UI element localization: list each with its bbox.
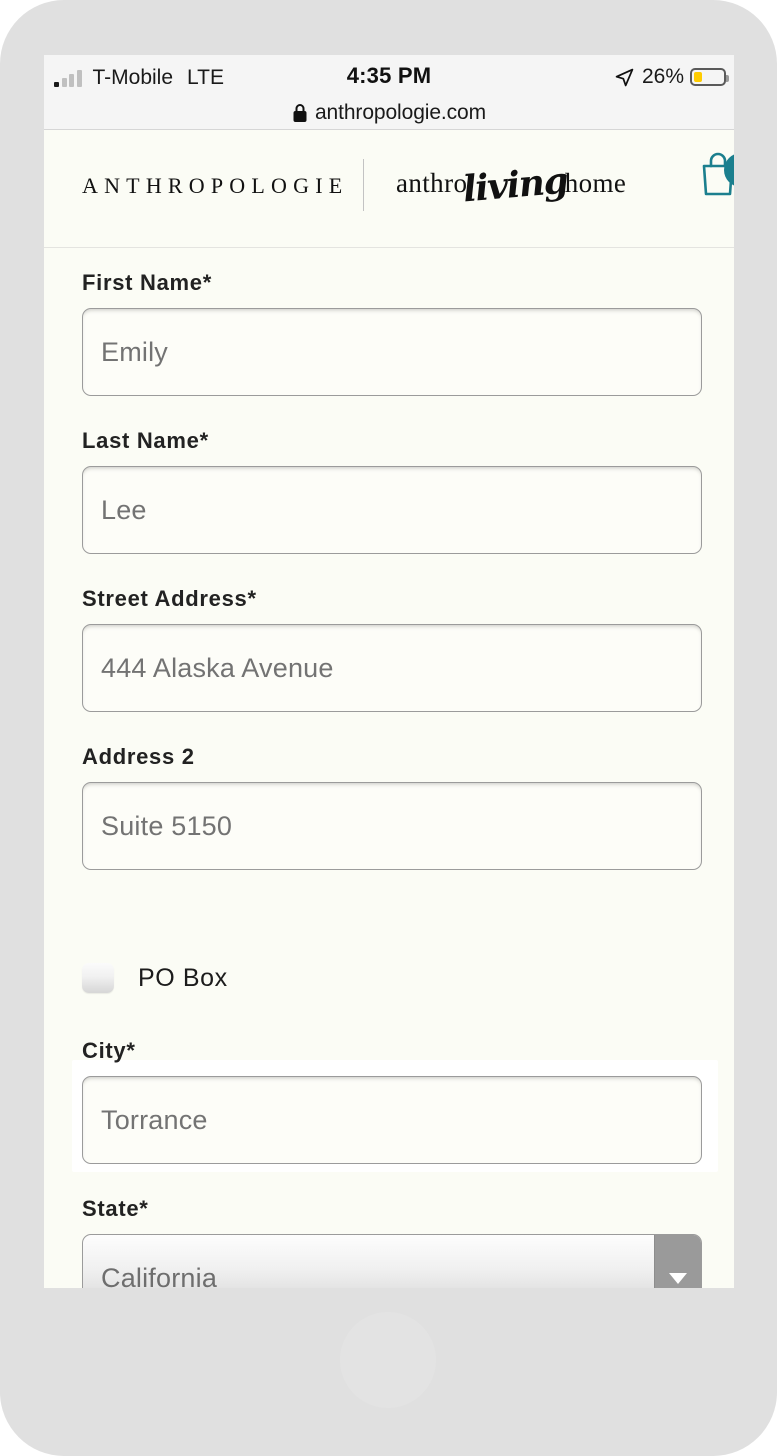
phone-screen: T-Mobile LTE 4:35 PM 26% anthropologie.c… — [44, 55, 734, 1288]
battery-percent-label: 26% — [641, 65, 684, 88]
po-box-label: PO Box — [138, 963, 228, 992]
field-address-2: Address 2 Suite 5150 — [82, 744, 702, 870]
input-value-first-name: Emily — [101, 336, 168, 367]
chevron-down-icon — [669, 1272, 687, 1284]
field-city: City* Torrance — [82, 1038, 702, 1164]
field-last-name: Last Name* Lee — [82, 428, 702, 554]
phone-device-frame: T-Mobile LTE 4:35 PM 26% anthropologie.c… — [0, 0, 777, 1456]
cart-count-badge: 1 — [724, 153, 734, 187]
url-text: anthropologie.com — [314, 101, 487, 124]
input-last-name[interactable]: Lee — [82, 466, 702, 554]
header-logo-divider — [363, 159, 364, 211]
input-value-address-2: Suite 5150 — [101, 810, 233, 841]
field-label-state: State* — [82, 1196, 149, 1221]
brand-logo-anthro-living-home[interactable]: anthrolivinghome — [396, 160, 627, 214]
input-street-address[interactable]: 444 Alaska Avenue — [82, 624, 702, 712]
input-value-last-name: Lee — [101, 494, 147, 525]
home-button[interactable] — [340, 1312, 436, 1408]
lock-icon — [293, 104, 307, 122]
cart-button[interactable]: 1 — [699, 150, 734, 202]
field-label-last-name: Last Name* — [82, 428, 209, 453]
browser-url-bar[interactable]: anthropologie.com — [44, 95, 734, 131]
field-label-address-2: Address 2 — [82, 744, 195, 769]
field-label-first-name: First Name* — [82, 270, 212, 295]
field-street-address: Street Address* 444 Alaska Avenue — [82, 586, 702, 712]
input-city[interactable]: Torrance — [82, 1076, 702, 1164]
site-header: ANTHROPOLOGIE anthrolivinghome 1 — [44, 130, 734, 248]
input-address-2[interactable]: Suite 5150 — [82, 782, 702, 870]
input-first-name[interactable]: Emily — [82, 308, 702, 396]
select-state[interactable]: California — [82, 1234, 702, 1288]
address-form: First Name* Emily Last Name* Lee Street … — [44, 248, 734, 1288]
status-bar-right: 26% — [615, 63, 729, 91]
po-box-checkbox[interactable] — [82, 963, 114, 993]
select-dropdown-button[interactable] — [654, 1235, 701, 1288]
select-value-state: California — [101, 1262, 218, 1289]
field-first-name: First Name* Emily — [82, 270, 702, 396]
field-state: State* California — [82, 1196, 702, 1288]
location-arrow-icon — [615, 68, 634, 86]
battery-icon — [690, 68, 729, 86]
brand-script-text: living — [461, 159, 570, 211]
input-value-city: Torrance — [101, 1104, 208, 1135]
field-label-city: City* — [82, 1038, 136, 1063]
brand-prefix-text: anthro — [396, 168, 468, 198]
po-box-row[interactable]: PO Box — [82, 963, 228, 993]
brand-suffix-text: home — [564, 168, 627, 198]
brand-logo-anthropologie[interactable]: ANTHROPOLOGIE — [82, 173, 348, 199]
input-value-street-address: 444 Alaska Avenue — [101, 652, 334, 683]
field-label-street-address: Street Address* — [82, 586, 257, 611]
